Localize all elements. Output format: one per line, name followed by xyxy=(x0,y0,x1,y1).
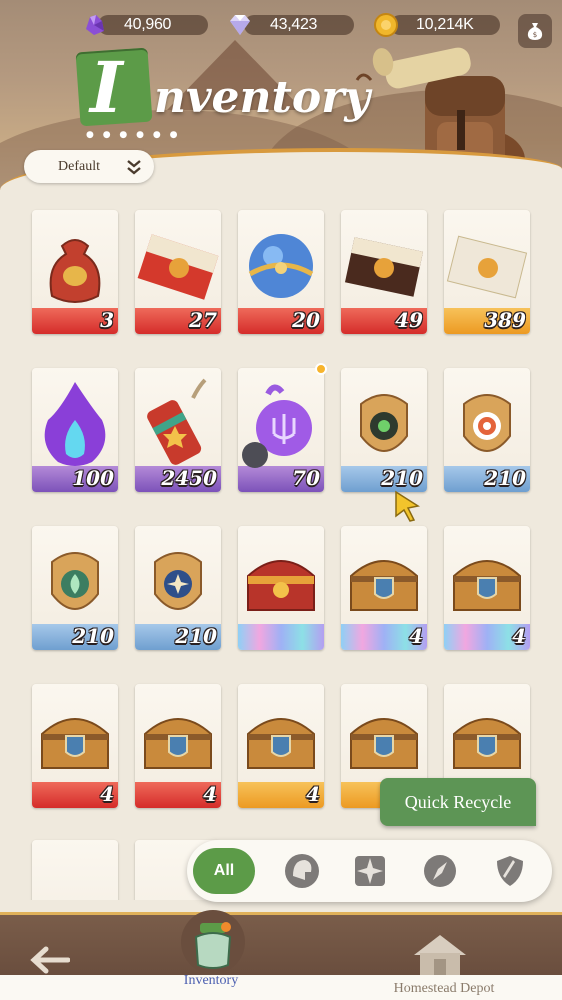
item-quantity: 4 xyxy=(100,782,114,806)
item-card-firecracker[interactable]: 2450 xyxy=(135,368,221,492)
item-quantity: 49 xyxy=(395,308,423,332)
filter-shield-sword-button[interactable] xyxy=(487,848,533,894)
sort-selected-label: Default xyxy=(58,158,100,174)
double-chevron-down-icon xyxy=(127,160,141,175)
acorn-green-gem-icon xyxy=(360,394,408,452)
gold-coin-icon xyxy=(374,13,398,37)
item-card-white-scroll-letter[interactable]: 389 xyxy=(444,210,530,334)
wood-chest-icon xyxy=(453,718,521,769)
filter-compass-button[interactable] xyxy=(417,848,463,894)
item-card-acorn-green-gem[interactable]: 210 xyxy=(341,368,427,492)
item-quantity: 210 xyxy=(72,624,114,648)
shuriken-icon xyxy=(355,856,385,886)
pointer-cursor-icon xyxy=(395,490,420,522)
inventory-bag-icon xyxy=(181,910,245,974)
depot-house-icon xyxy=(414,935,466,975)
item-card-wood-chest[interactable]: 4 xyxy=(32,684,118,808)
amethyst-icon xyxy=(86,15,104,35)
quick-recycle-button[interactable]: Quick Recycle xyxy=(380,778,536,826)
wood-chest-icon xyxy=(453,560,521,611)
puzzle-piece-icon xyxy=(242,442,268,468)
page-title: I nventory ● ● ● ● ● ● xyxy=(75,46,370,140)
item-quantity: 27 xyxy=(189,308,217,332)
crystal-orb-icon xyxy=(248,234,314,298)
filter-helmet-button[interactable] xyxy=(279,848,325,894)
acorn-target-icon xyxy=(463,394,511,452)
purple-flame-icon xyxy=(44,382,106,466)
item-card-wood-chest[interactable]: 4 xyxy=(238,684,324,808)
red-chest-icon xyxy=(247,560,315,611)
item-card-crystal-orb[interactable]: 20 xyxy=(238,210,324,334)
shield-sword-icon xyxy=(497,856,523,886)
wood-chest-icon xyxy=(247,718,315,769)
item-quantity: 210 xyxy=(381,466,423,490)
item-quantity: 4 xyxy=(409,624,423,648)
red-scroll-letter-icon xyxy=(137,234,219,300)
back-arrow-icon[interactable] xyxy=(28,945,70,975)
diamond-counter: 43,423 xyxy=(226,12,354,38)
svg-text:$: $ xyxy=(533,31,537,39)
item-card-wood-chest[interactable]: 4 xyxy=(444,526,530,650)
item-card-partial[interactable] xyxy=(32,840,118,900)
dark-scroll-letter-icon xyxy=(344,237,424,297)
wood-chest-icon xyxy=(41,718,109,769)
item-quantity: 4 xyxy=(512,624,526,648)
item-card-red-scroll-letter[interactable]: 27 xyxy=(135,210,221,334)
item-card-acorn-target[interactable]: 210 xyxy=(444,368,530,492)
money-bag-icon: $ xyxy=(527,23,543,40)
filter-all-button[interactable]: All xyxy=(193,848,255,894)
item-card-acorn-leaf[interactable]: 210 xyxy=(32,526,118,650)
nav-inventory-tab[interactable]: Inventory xyxy=(178,907,248,997)
compass-icon xyxy=(424,855,456,887)
sort-dropdown[interactable]: Default xyxy=(24,150,154,183)
item-card-dark-scroll-letter[interactable]: 49 xyxy=(341,210,427,334)
item-quantity: 2450 xyxy=(161,466,217,490)
acorn-leaf-icon xyxy=(51,552,99,610)
firecracker-icon xyxy=(147,378,207,465)
gold-value: 10,214K xyxy=(416,16,474,33)
wood-chest-icon xyxy=(350,718,418,769)
wood-chest-icon xyxy=(144,718,212,769)
amethyst-counter: 40,960 xyxy=(80,12,208,38)
item-quantity: 4 xyxy=(203,782,217,806)
helmet-icon xyxy=(285,854,319,888)
item-quantity: 389 xyxy=(484,308,526,332)
item-card-wood-chest[interactable]: 4 xyxy=(135,684,221,808)
currency-bar: 40,960 43,423 10,214K $ xyxy=(0,4,562,48)
item-card-acorn-star[interactable]: 210 xyxy=(135,526,221,650)
item-quantity: 210 xyxy=(175,624,217,648)
item-quantity: 210 xyxy=(484,466,526,490)
acorn-star-icon xyxy=(154,552,202,610)
amethyst-value: 40,960 xyxy=(124,16,172,33)
item-quantity: 3 xyxy=(100,308,114,332)
diamond-value: 43,423 xyxy=(270,16,318,33)
diamond-icon xyxy=(230,15,250,35)
white-scroll-letter-icon xyxy=(446,235,528,299)
lucky-pouch-icon xyxy=(49,239,101,303)
gold-counter: 10,214K xyxy=(372,12,500,38)
item-card-lucky-pouch[interactable]: 3 xyxy=(32,210,118,334)
item-card-purple-flame[interactable]: 100 xyxy=(32,368,118,492)
item-quantity: 20 xyxy=(292,308,320,332)
item-quantity: 70 xyxy=(292,466,320,490)
item-card-trident-orb[interactable]: 70 xyxy=(238,368,324,492)
item-quantity: 100 xyxy=(72,466,114,490)
item-card-wood-chest[interactable]: 4 xyxy=(341,526,427,650)
new-item-dot xyxy=(315,363,327,375)
wood-chest-icon xyxy=(350,560,418,611)
category-filter-bar: All xyxy=(187,840,552,902)
item-quantity: 4 xyxy=(306,782,320,806)
item-card-red-chest[interactable] xyxy=(238,526,324,650)
bottom-navigation: Inventory Homestead Depot xyxy=(0,910,562,1000)
filter-shuriken-button[interactable] xyxy=(347,848,393,894)
